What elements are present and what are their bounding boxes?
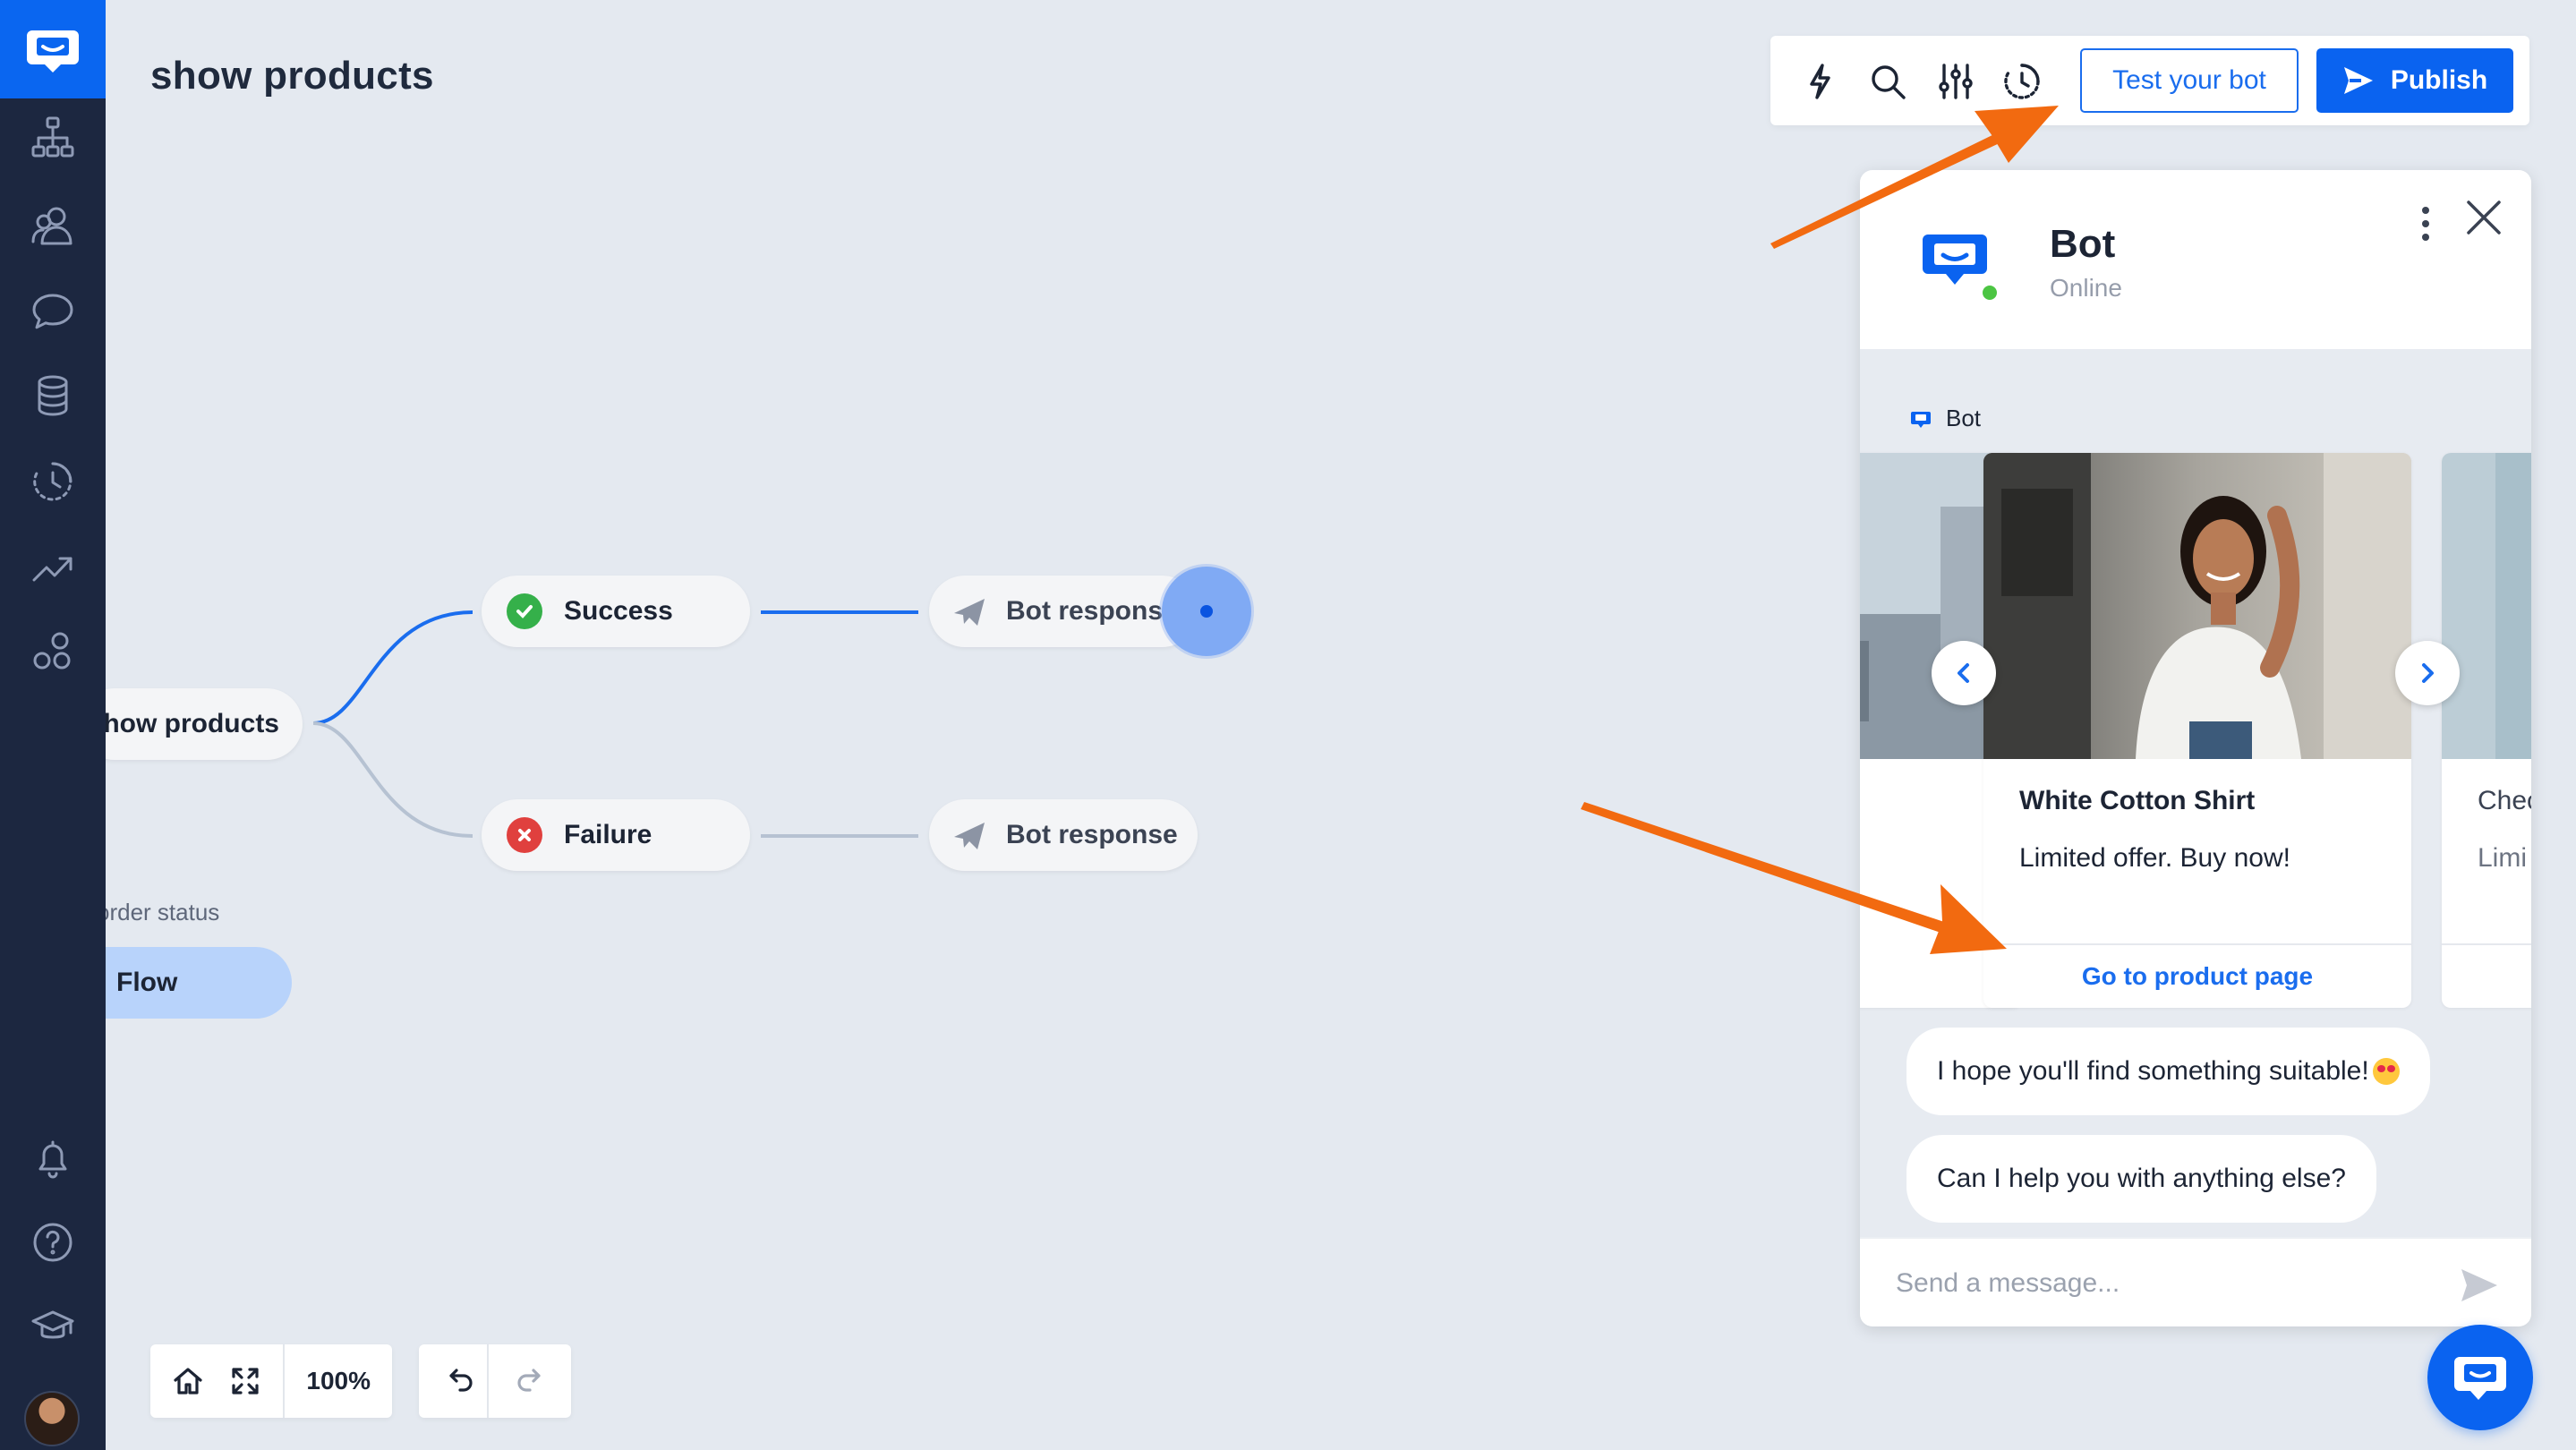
graduation-cap-icon	[31, 1310, 74, 1339]
sidebar-item-academy[interactable]	[26, 1300, 80, 1353]
message-text: Can I help you with anything else?	[1937, 1164, 2346, 1193]
canvas-controls: 100%	[150, 1344, 392, 1418]
redo-button[interactable]	[503, 1352, 560, 1410]
connector-failure	[312, 721, 473, 838]
chatbot-logo-icon	[27, 30, 79, 72]
home-button[interactable]	[159, 1352, 217, 1410]
avatar[interactable]	[24, 1391, 80, 1446]
author-name: Bot	[1946, 405, 1982, 431]
chevron-right-icon	[2422, 663, 2434, 683]
sidebar-item-audience[interactable]	[26, 199, 80, 252]
product-card: White Cotton Shirt Limited offer. Buy no…	[1983, 453, 2411, 1008]
expand-icon	[232, 1368, 259, 1395]
product-image	[2442, 453, 2531, 759]
bell-icon	[38, 1140, 67, 1179]
card-title: Chec	[2478, 786, 2531, 815]
chat-launcher-button[interactable]	[2427, 1325, 2533, 1430]
flow-node-bot-response-1[interactable]: Bot response	[929, 576, 1198, 647]
flow-node-flow[interactable]: Flow	[106, 947, 292, 1019]
chat-bubble-icon	[32, 294, 73, 329]
close-circle-icon	[507, 817, 542, 853]
users-icon	[31, 207, 73, 245]
sidebar-item-help[interactable]	[26, 1215, 80, 1269]
chat-header: Bot Online	[1860, 170, 2531, 349]
chat-message: I hope you'll find something suitable!	[1906, 1028, 2430, 1115]
sitemap-icon	[31, 116, 74, 158]
carousel-next-button[interactable]	[2395, 641, 2460, 705]
sidebar-item-chats[interactable]	[26, 285, 80, 338]
card-title: White Cotton Shirt	[2019, 786, 2256, 815]
node-label: Bot response	[1006, 820, 1178, 849]
trending-up-icon	[32, 557, 73, 582]
send-message-button[interactable]	[2460, 1266, 2499, 1305]
database-icon	[38, 375, 68, 416]
product-card: Chec Limi	[2442, 453, 2531, 1008]
integrations-icon	[33, 632, 71, 670]
bot-name: Bot	[2050, 222, 2116, 266]
chat-preview-widget: Bot Online Bot White Cotton Shirt Limite…	[1860, 170, 2531, 1326]
flow-node-bot-response-2[interactable]: Bot response	[929, 799, 1198, 871]
undo-icon	[449, 1369, 473, 1392]
order-status-label: order status	[106, 899, 220, 925]
card-subtitle: Limi	[2478, 843, 2528, 873]
node-label: Bot response	[1006, 596, 1178, 626]
product-image	[1983, 453, 2411, 759]
home-icon	[174, 1368, 202, 1395]
divider	[487, 1344, 489, 1418]
node-label: Failure	[564, 820, 653, 849]
zoom-level[interactable]: 100%	[283, 1344, 392, 1418]
sidebar-item-integrations[interactable]	[26, 625, 80, 678]
more-options-icon[interactable]	[2408, 197, 2444, 251]
connector-success	[312, 610, 473, 725]
paper-plane-icon	[952, 819, 986, 853]
chat-bubble-icon	[2454, 1357, 2506, 1400]
heart-eyes-emoji-icon	[2372, 1058, 2400, 1085]
sidebar-item-reports[interactable]	[26, 541, 80, 594]
message-text: I hope you'll find something suitable!	[1937, 1056, 2369, 1086]
port-dot	[1200, 605, 1213, 618]
sidebar-item-data[interactable]	[26, 369, 80, 422]
check-circle-icon	[507, 593, 542, 629]
card-subtitle: Limited offer. Buy now!	[2019, 843, 2290, 873]
history-controls	[419, 1344, 571, 1418]
clock-history-icon	[33, 462, 73, 501]
help-icon	[33, 1223, 73, 1262]
sidebar	[0, 0, 106, 1450]
send-icon	[2461, 1269, 2497, 1301]
go-to-product-page-button[interactable]: Go to product page	[1983, 943, 2411, 1008]
message-author: Bot	[1910, 405, 1981, 432]
flow-node-failure[interactable]: Failure	[482, 799, 750, 871]
node-label: Show products	[106, 709, 279, 738]
redo-icon	[517, 1369, 541, 1392]
sidebar-item-flows[interactable]	[26, 111, 80, 165]
message-composer	[1860, 1237, 2531, 1326]
app-logo[interactable]	[0, 0, 106, 98]
card-button[interactable]	[2442, 943, 2531, 1008]
chevron-left-icon	[1958, 663, 1969, 683]
fit-screen-button[interactable]	[217, 1352, 274, 1410]
connection-port[interactable]	[1162, 567, 1251, 656]
bot-mini-icon	[1911, 411, 1931, 428]
close-icon[interactable]	[2460, 193, 2508, 242]
online-status-dot	[1980, 283, 2000, 303]
carousel-prev-button[interactable]	[1932, 641, 1996, 705]
sidebar-item-notifications[interactable]	[26, 1131, 80, 1185]
chat-message: Can I help you with anything else?	[1906, 1135, 2376, 1223]
sidebar-item-history[interactable]	[26, 455, 80, 508]
paper-plane-icon	[952, 595, 986, 629]
flow-node-show-products[interactable]: Show products	[106, 688, 303, 760]
node-label: Success	[564, 596, 673, 626]
bot-avatar-icon	[1923, 235, 1987, 285]
undo-button[interactable]	[430, 1352, 487, 1410]
flow-node-success[interactable]: Success	[482, 576, 750, 647]
bot-status: Online	[2050, 274, 2122, 302]
message-input[interactable]	[1896, 1257, 2433, 1310]
